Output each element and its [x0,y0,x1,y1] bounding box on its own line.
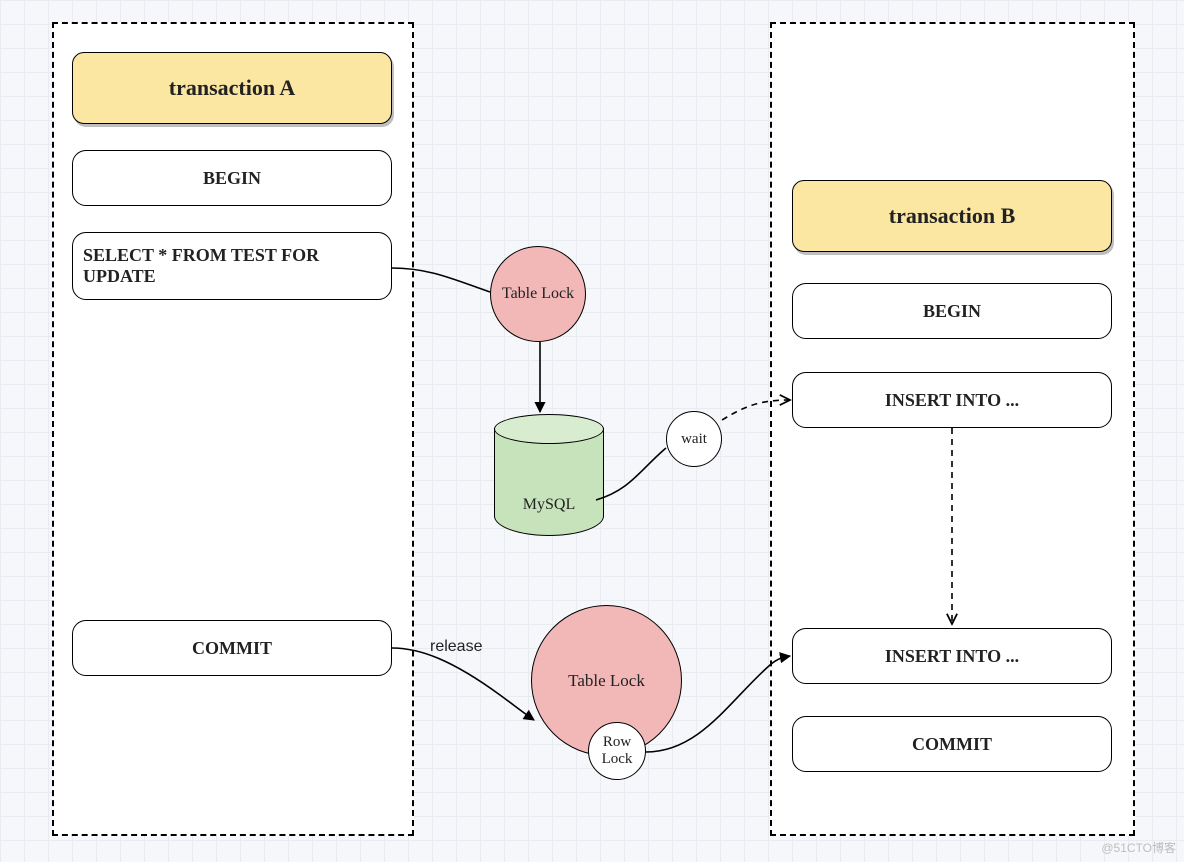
tx-a-step-select: SELECT * FROM TEST FOR UPDATE [72,232,392,300]
tx-a-step-commit: COMMIT [72,620,392,676]
table-lock-1: Table Lock [490,246,586,342]
tx-b-step-insert2: INSERT INTO ... [792,628,1112,684]
transaction-b-title: transaction B [792,180,1112,252]
tx-b-step-begin: BEGIN [792,283,1112,339]
tx-b-step-insert1: INSERT INTO ... [792,372,1112,428]
transaction-a-title: transaction A [72,52,392,124]
tx-b-step-commit: COMMIT [792,716,1112,772]
release-label: release [430,638,482,656]
mysql-db: MySQL [494,414,604,536]
row-lock: Row Lock [588,722,646,780]
tx-a-step-begin: BEGIN [72,150,392,206]
wait-node: wait [666,411,722,467]
transaction-b-container [770,22,1135,836]
transaction-a-container [52,22,414,836]
watermark-text: @51CTO博客 [1101,839,1176,856]
